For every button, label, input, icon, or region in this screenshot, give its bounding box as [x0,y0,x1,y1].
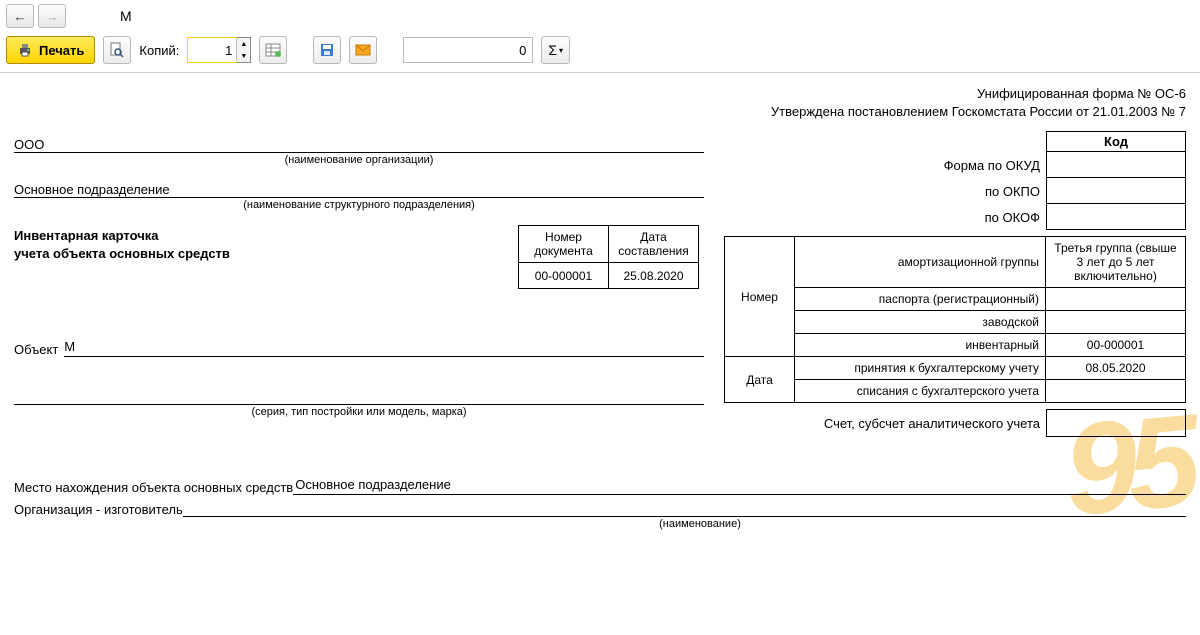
toolbar: Печать Копий: ▲ ▼ Σ ▾ [0,32,1200,72]
doc-num-value: 00-000001 [519,263,609,289]
org-caption: (наименование организации) [14,154,704,166]
doc-num-header: Номер документа [519,226,609,263]
inventory-value: 00-000001 [1046,334,1186,357]
back-button[interactable]: ← [6,4,34,28]
table-icon [265,42,281,58]
form-header-line1: Унифицированная форма № ОС-6 [14,85,1186,103]
bottom-block: Место нахождения объекта основных средст… [14,477,1186,530]
okof-label: по ОКОФ [724,204,1046,230]
save-button[interactable] [313,36,341,64]
passport-label: паспорта (регистрационный) [795,288,1046,311]
manuf-value [183,499,1186,517]
nav-bar: ← → М [0,0,1200,32]
numeric-input[interactable] [403,37,533,63]
manuf-label: Организация - изготовитель [14,502,183,517]
doc-date-value: 25.08.2020 [609,263,699,289]
object-value: М [64,339,704,357]
location-value: Основное подразделение [293,477,1186,495]
form-header-line2: Утверждена постановлением Госкомстата Ро… [14,103,1186,121]
form-header: Унифицированная форма № ОС-6 Утверждена … [14,85,1186,121]
account-label: Счет, субсчет аналитического учета [824,416,1040,431]
org-field: ООО [14,131,704,153]
amort-label: амортизационной группы [795,237,1046,288]
card-title-1: Инвентарная карточка [14,227,230,245]
card-title: Инвентарная карточка учета объекта основ… [14,227,230,262]
number-rowlabel: Номер [725,237,795,357]
date-rowlabel: Дата [725,357,795,403]
sigma-icon: Σ [548,42,557,58]
writeoff-label: списания с бухгалтерского учета [795,380,1046,403]
copies-label: Копий: [139,43,179,58]
mail-button[interactable] [349,36,377,64]
passport-value [1046,288,1186,311]
copies-down[interactable]: ▼ [236,50,250,62]
okof-box [1046,204,1186,230]
floppy-icon [319,42,335,58]
factory-value [1046,311,1186,334]
amort-value: Третья группа (свыше 3 лет до 5 лет вклю… [1046,237,1186,288]
series-caption: (серия, тип постройки или модель, марка) [14,406,704,418]
card-title-2: учета объекта основных средств [14,245,230,263]
dept-caption: (наименование структурного подразделения… [14,199,704,211]
series-field [14,387,704,405]
copies-up[interactable]: ▲ [236,38,250,50]
right-column: Код Форма по ОКУД по ОКПО по ОКОФ Номер … [724,131,1186,437]
manuf-caption: (наименование) [214,518,1186,530]
okud-label: Форма по ОКУД [724,152,1046,178]
okpo-label: по ОКПО [724,178,1046,204]
accept-label: принятия к бухгалтерскому учету [795,357,1046,380]
sum-button[interactable]: Σ ▾ [541,36,570,64]
accept-value: 08.05.2020 [1046,357,1186,380]
print-button[interactable]: Печать [6,36,95,64]
preview-button[interactable] [103,36,131,64]
doc-number-table: Номер документа Дата составления 00-0000… [518,225,699,289]
window-title: М [120,8,132,24]
grid-button[interactable] [259,36,287,64]
okpo-box [1046,178,1186,204]
copies-stepper[interactable]: ▲ ▼ [187,37,251,63]
okud-box [1046,152,1186,178]
printer-icon [17,42,33,58]
print-label: Печать [39,43,84,58]
code-header: Код [1046,131,1186,152]
envelope-icon [355,42,371,58]
doc-date-header: Дата составления [609,226,699,263]
factory-label: заводской [795,311,1046,334]
writeoff-value [1046,380,1186,403]
location-label: Место нахождения объекта основных средст… [14,480,293,495]
copies-input[interactable] [188,38,236,62]
left-column: ООО (наименование организации) Основное … [14,131,704,437]
account-box [1046,409,1186,437]
details-grid: Номер амортизационной группы Третья груп… [724,236,1186,403]
inventory-label: инвентарный [795,334,1046,357]
magnifier-icon [109,42,125,58]
document-area: 95 Унифицированная форма № ОС-6 Утвержде… [0,72,1200,550]
forward-button[interactable]: → [38,4,66,28]
dept-field: Основное подразделение [14,176,704,198]
dropdown-icon: ▾ [559,46,563,55]
object-label: Объект [14,342,58,357]
